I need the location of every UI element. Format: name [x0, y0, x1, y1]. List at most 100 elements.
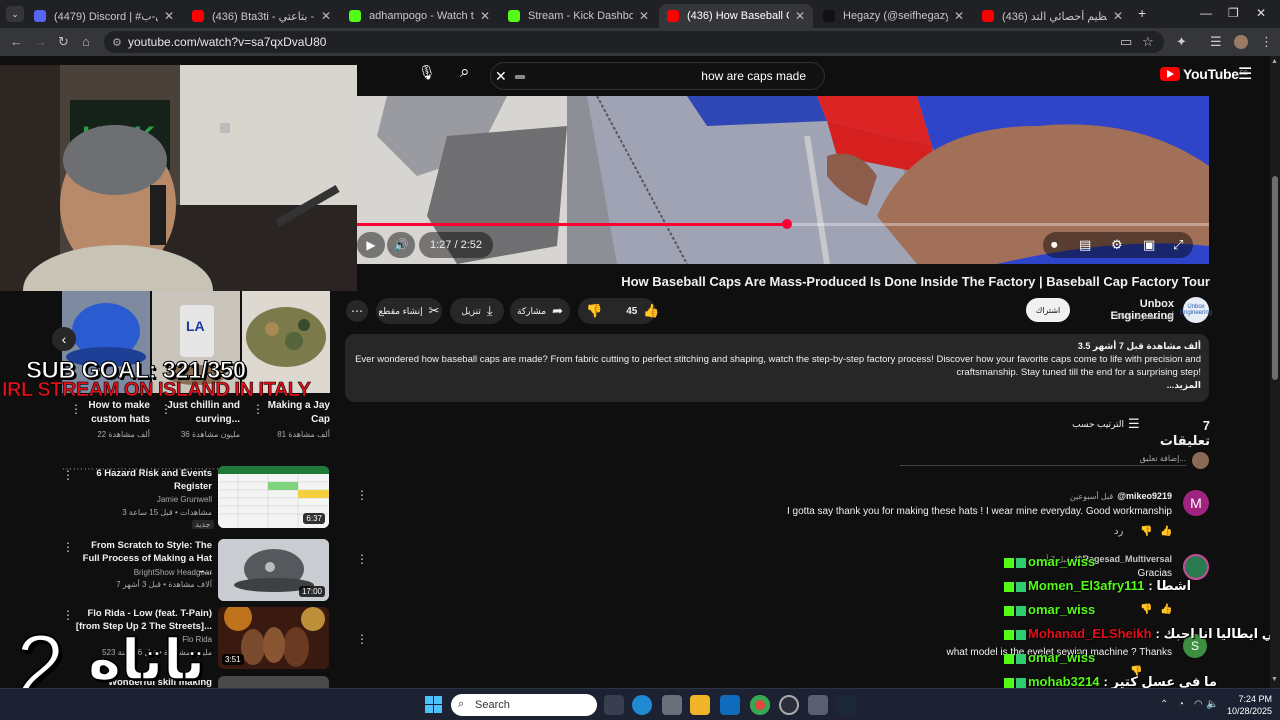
- scroll-down-icon[interactable]: ▼: [1271, 676, 1278, 683]
- new-tab-button[interactable]: +: [1138, 5, 1146, 21]
- subtitles-icon[interactable]: ▤: [1079, 237, 1091, 253]
- guide-menu-icon[interactable]: ☰: [1238, 64, 1252, 84]
- tab-close-icon[interactable]: ✕: [164, 9, 174, 23]
- bookmark-star-icon[interactable]: ☆: [1142, 34, 1154, 50]
- outlook-icon[interactable]: [720, 695, 740, 715]
- address-bar[interactable]: ⚙ youtube.com/watch?v=sa7qxDvaU80: [104, 31, 1164, 53]
- shorts-prev-button[interactable]: ‹: [52, 327, 76, 351]
- menu-icon[interactable]: ⋮: [1260, 34, 1273, 50]
- browser-tab[interactable]: Hegazy (@seifhegazy_) | TikTok ✕: [815, 4, 972, 28]
- settings-icon[interactable]: ⚙: [1111, 237, 1123, 253]
- reading-list-icon[interactable]: ☰: [1210, 34, 1222, 50]
- description-box[interactable]: 3.5 ألف مشاهدة قبل 7 أشهر Ever wondered …: [345, 334, 1209, 402]
- reload-icon[interactable]: ↻: [58, 34, 69, 50]
- clear-search-icon[interactable]: ✕: [495, 68, 507, 85]
- like-icon[interactable]: 👍: [643, 303, 659, 319]
- rec-channel[interactable]: BrightShow Headgear: [74, 568, 212, 577]
- short-menu-icon[interactable]: ⋮: [70, 402, 82, 416]
- file-explorer-icon[interactable]: [690, 695, 710, 715]
- rec-title[interactable]: 6 Hazard Risk and Events Register: [74, 467, 212, 493]
- steam-icon[interactable]: [836, 695, 856, 715]
- windows-start-icon[interactable]: [425, 696, 442, 713]
- rec-thumbnail[interactable]: 6:37: [218, 466, 329, 528]
- youtube-logo[interactable]: YouTube EG: [1160, 66, 1248, 82]
- comment-menu-icon[interactable]: ⋮: [356, 488, 368, 502]
- tab-close-icon[interactable]: ✕: [480, 9, 490, 23]
- volume-icon[interactable]: 🔊: [387, 232, 415, 258]
- video-player[interactable]: ▶ 🔊 1:27 / 2:52 ⏺ ▤ ⚙ ▣ ⤢: [357, 96, 1209, 264]
- settings-app-icon[interactable]: [808, 695, 828, 715]
- channel-avatar[interactable]: Unbox Engineering: [1180, 297, 1212, 323]
- more-actions-icon[interactable]: ⋯: [346, 300, 368, 322]
- search-icon[interactable]: ⌕: [460, 62, 470, 82]
- site-info-icon[interactable]: ⚙: [112, 36, 122, 49]
- comment-like-icon[interactable]: 👍: [1160, 526, 1172, 537]
- tab-close-icon[interactable]: ✕: [639, 9, 649, 23]
- short-title[interactable]: How to make custom hats: [70, 399, 150, 427]
- store-icon[interactable]: [662, 695, 682, 715]
- wifi-icon[interactable]: ◠: [1194, 699, 1203, 710]
- tab-close-icon[interactable]: ✕: [321, 9, 331, 23]
- network-icon[interactable]: ◔: [1178, 699, 1184, 710]
- tray-chevron-icon[interactable]: ⌃: [1160, 699, 1168, 710]
- scroll-up-icon[interactable]: ▲: [1271, 58, 1278, 65]
- short-thumbnail[interactable]: [242, 291, 330, 393]
- home-icon[interactable]: ⌂: [82, 34, 90, 49]
- comment-avatar[interactable]: M: [1183, 490, 1209, 516]
- rec-thumbnail[interactable]: 3:51: [218, 607, 329, 669]
- fullscreen-icon[interactable]: ⤢: [1173, 237, 1183, 253]
- progress-bar[interactable]: [357, 219, 1209, 229]
- browser-tab[interactable]: (436) How Baseball Caps Are M ✕: [659, 4, 813, 28]
- tab-close-icon[interactable]: ✕: [795, 9, 805, 23]
- comment-menu-icon[interactable]: ⋮: [356, 552, 368, 566]
- short-menu-icon[interactable]: ⋮: [160, 402, 172, 416]
- browser-tab[interactable]: adhampogo - Watch the VOD ✕: [341, 4, 498, 28]
- browser-tab[interactable]: Stream - Kick Dashboard ✕: [500, 4, 657, 28]
- rec-thumbnail[interactable]: 17:00: [218, 539, 329, 601]
- subscribe-button[interactable]: اشتراك: [1026, 298, 1070, 322]
- rec-menu-icon[interactable]: ⋮: [62, 540, 74, 554]
- comment-menu-icon[interactable]: ⋮: [356, 632, 368, 646]
- comment-user[interactable]: @mikeo9219: [1117, 491, 1172, 501]
- rec-thumbnail[interactable]: [218, 676, 329, 688]
- back-icon[interactable]: ←: [10, 34, 23, 49]
- share-button[interactable]: مشاركة ➦: [510, 298, 570, 324]
- chrome-icon[interactable]: [750, 695, 770, 715]
- edge-icon[interactable]: [632, 695, 652, 715]
- sort-button[interactable]: الترتيب حسب: [1062, 419, 1124, 430]
- taskbar-search[interactable]: ⌕ Search: [451, 694, 597, 716]
- clip-button[interactable]: إنشاء مقطع ✂: [376, 298, 442, 324]
- short-title[interactable]: Just chillin and curving...: [160, 399, 240, 427]
- taskbar-clock[interactable]: 7:24 PM 10/28/2025: [1222, 693, 1272, 717]
- description-more[interactable]: ...المزيد: [353, 379, 1201, 392]
- browser-tab[interactable]: (436) Bta3ti - بتاعتي - YouTube ✕: [184, 4, 339, 28]
- voice-search-icon[interactable]: 🎙: [418, 64, 436, 81]
- scrollbar-thumb[interactable]: [1272, 176, 1278, 380]
- task-view-icon[interactable]: [604, 695, 624, 715]
- speaker-icon[interactable]: 🔈: [1206, 699, 1218, 710]
- download-button[interactable]: تنزيل ⤓: [450, 298, 504, 324]
- forward-icon[interactable]: →: [34, 34, 47, 49]
- page-scrollbar[interactable]: ▲ ▼: [1270, 56, 1280, 688]
- minimize-icon[interactable]: —: [1200, 6, 1212, 20]
- short-menu-icon[interactable]: ⋮: [252, 402, 264, 416]
- rec-channel[interactable]: Jamie Grunwell: [74, 495, 212, 504]
- obs-icon[interactable]: [779, 695, 799, 715]
- search-input[interactable]: ✕ how are caps made: [490, 62, 825, 90]
- comment-avatar[interactable]: [1183, 554, 1209, 580]
- browser-tab[interactable]: (4479) Discord | #كوميونتي-ب ✕: [26, 4, 182, 28]
- tab-search-icon[interactable]: ⌄: [6, 6, 24, 22]
- close-window-icon[interactable]: ✕: [1256, 6, 1266, 20]
- cast-icon[interactable]: ▭: [1120, 34, 1132, 50]
- dislike-icon[interactable]: 👎: [586, 303, 602, 319]
- miniplayer-icon[interactable]: ▣: [1143, 237, 1155, 253]
- keyboard-icon[interactable]: [515, 75, 525, 79]
- extensions-icon[interactable]: ✦: [1176, 34, 1187, 50]
- comment-dislike-icon[interactable]: 👎: [1140, 526, 1152, 537]
- browser-tab[interactable]: (436) حسام باعظيم أحصائي التد ✕: [974, 4, 1131, 28]
- comment-reply[interactable]: رد: [1114, 526, 1123, 537]
- maximize-icon[interactable]: ❐: [1228, 6, 1239, 20]
- play-button[interactable]: ▶: [357, 232, 385, 258]
- autoplay-toggle-icon[interactable]: ⏺: [1051, 237, 1058, 253]
- profile-avatar[interactable]: [1234, 35, 1248, 49]
